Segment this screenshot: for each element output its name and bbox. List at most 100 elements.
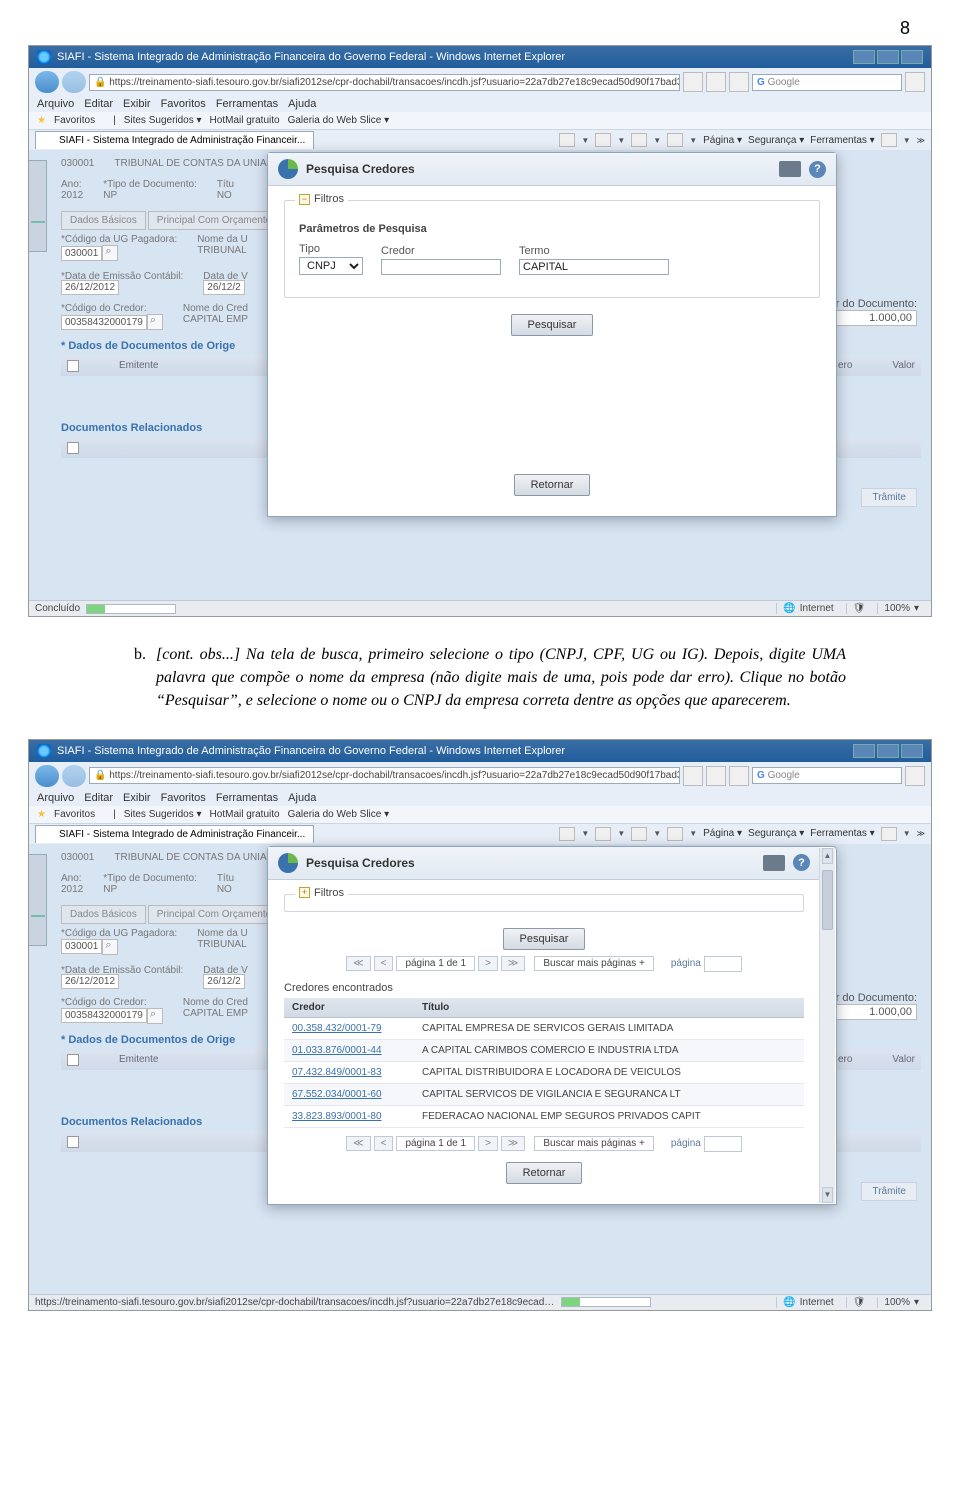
security-menu[interactable]: Segurança ▾ [748,135,804,146]
refresh-icon[interactable] [683,766,703,786]
browser-search[interactable]: G Google [752,767,902,784]
star-icon[interactable]: ★ [37,115,46,126]
print-icon[interactable] [667,827,683,841]
scroll-thumb[interactable] [822,870,833,930]
credor-input[interactable] [381,259,501,275]
mail-icon[interactable] [631,133,647,147]
pager-prev[interactable]: < [374,1136,394,1151]
collapse-icon[interactable]: − [299,194,310,205]
ug-pagadora-input[interactable]: 030001 [61,246,102,261]
stop-icon[interactable] [706,72,726,92]
pager-last[interactable]: ≫ [501,1136,525,1151]
star-icon[interactable]: ★ [37,809,46,820]
search-go-icon[interactable] [905,72,925,92]
search-icon[interactable] [147,1008,163,1024]
window-controls[interactable] [853,744,923,758]
help-icon[interactable]: ? [809,161,826,178]
table-row[interactable]: 01.033.876/0001-44A CAPITAL CARIMBOS COM… [284,1039,804,1061]
browser-tab[interactable]: SIAFI - Sistema Integrado de Administraç… [35,131,314,149]
tools-menu[interactable]: Ferramentas ▾ [810,828,874,839]
home-icon[interactable] [559,827,575,841]
fav-link[interactable]: Galeria do Web Slice ▾ [288,809,390,820]
pesquisar-button[interactable]: Pesquisar [503,928,586,950]
credor-link[interactable]: 67.552.034/0001-60 [284,1083,414,1105]
pager-first[interactable]: ≪ [346,1136,370,1151]
camera-icon[interactable] [779,161,801,177]
termo-input[interactable] [519,259,669,275]
search-icon[interactable] [102,939,118,955]
pager-next[interactable]: > [478,1136,498,1151]
pesquisar-button[interactable]: Pesquisar [511,314,594,336]
feed-icon[interactable] [595,827,611,841]
nav-fwd-icon[interactable] [62,71,86,93]
tipo-select[interactable]: CNPJ [299,257,363,275]
search-icon[interactable] [147,314,163,330]
pager-buscar[interactable]: Buscar mais páginas + [534,956,653,971]
data-emissao-input[interactable]: 26/12/2012 [61,280,119,295]
stop-icon[interactable] [706,766,726,786]
pager-buscar[interactable]: Buscar mais páginas + [534,1136,653,1151]
retornar-button[interactable]: Retornar [506,1162,583,1184]
search-go-icon[interactable] [905,766,925,786]
page-menu[interactable]: Página ▾ [703,135,742,146]
fav-link[interactable]: HotMail gratuito [210,809,280,820]
fav-link[interactable]: Sites Sugeridos ▾ [124,809,202,820]
help-icon[interactable]: ? [793,854,810,871]
favorites-label[interactable]: Favoritos [54,809,95,820]
checkbox[interactable] [67,442,79,454]
pager-next[interactable]: > [478,956,498,971]
scroll-down-icon[interactable]: ▼ [822,1187,833,1203]
browser-tab[interactable]: SIAFI - Sistema Integrado de Administraç… [35,825,314,843]
window-controls[interactable] [853,50,923,64]
url-box[interactable]: 🔒 https://treinamento-siafi.tesouro.gov.… [89,74,680,91]
credor-input[interactable]: 00358432000179 [61,315,147,330]
nav-back-icon[interactable] [35,765,59,787]
nav-back-icon[interactable] [35,71,59,93]
checkbox[interactable] [67,360,79,372]
cert-icon[interactable] [729,72,749,92]
zoom-label[interactable]: 100% [884,603,910,614]
scroll-up-icon[interactable]: ▲ [822,848,833,864]
table-row[interactable]: 00.358.432/0001-79CAPITAL EMPRESA DE SER… [284,1017,804,1039]
security-menu[interactable]: Segurança ▾ [748,828,804,839]
pagina-input[interactable] [704,1136,742,1152]
browser-menu[interactable]: ArquivoEditarExibirFavoritosFerramentasA… [29,96,931,112]
refresh-icon[interactable] [683,72,703,92]
cert-icon[interactable] [729,766,749,786]
side-tab[interactable] [29,854,47,946]
camera-icon[interactable] [763,855,785,871]
tools-menu[interactable]: Ferramentas ▾ [810,135,874,146]
mail-icon[interactable] [631,827,647,841]
credor-link[interactable]: 33.823.893/0001-80 [284,1105,414,1127]
tramite-button[interactable]: Trâmite [861,1182,917,1201]
print-icon[interactable] [667,133,683,147]
pagina-input[interactable] [704,956,742,972]
feed-icon[interactable] [595,133,611,147]
credor-link[interactable]: 01.033.876/0001-44 [284,1039,414,1061]
fav-link[interactable]: HotMail gratuito [210,115,280,126]
browser-search[interactable]: G Google [752,74,902,91]
modal-scrollbar[interactable]: ▲ ▼ [819,848,835,1203]
pager-last[interactable]: ≫ [501,956,525,971]
favorites-label[interactable]: Favoritos [54,115,95,126]
browser-menu[interactable]: ArquivoEditarExibirFavoritosFerramentasA… [29,790,931,806]
side-tab[interactable] [29,160,47,252]
expand-icon[interactable]: + [299,887,310,898]
help-icon[interactable] [881,827,897,841]
table-row[interactable]: 67.552.034/0001-60CAPITAL SERVICOS DE VI… [284,1083,804,1105]
url-box[interactable]: 🔒 https://treinamento-siafi.tesouro.gov.… [89,767,680,784]
table-row[interactable]: 33.823.893/0001-80FEDERACAO NACIONAL EMP… [284,1105,804,1127]
search-icon[interactable] [102,245,118,261]
help-icon[interactable] [881,133,897,147]
nav-fwd-icon[interactable] [62,765,86,787]
fav-link[interactable]: Galeria do Web Slice ▾ [288,115,390,126]
credor-link[interactable]: 07.432.849/0001-83 [284,1061,414,1083]
credor-link[interactable]: 00.358.432/0001-79 [284,1017,414,1039]
zoom-label[interactable]: 100% [884,1297,910,1308]
pager-first[interactable]: ≪ [346,956,370,971]
tramite-button[interactable]: Trâmite [861,488,917,507]
pager-prev[interactable]: < [374,956,394,971]
page-menu[interactable]: Página ▾ [703,828,742,839]
fav-link[interactable]: Sites Sugeridos ▾ [124,115,202,126]
home-icon[interactable] [559,133,575,147]
